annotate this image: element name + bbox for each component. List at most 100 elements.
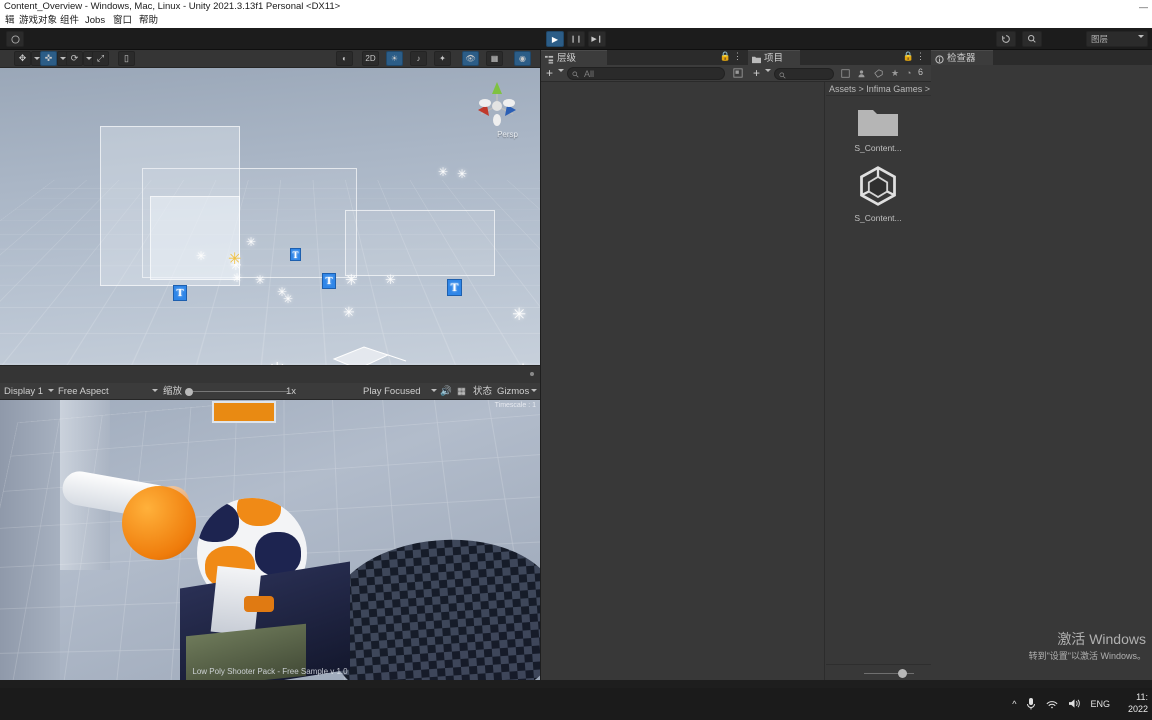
menu-item-2[interactable]: 组件 <box>57 14 82 28</box>
project-panel: 项目 🔒⋮ + ★ ◔ 6 Assets > Infima Games > S_… <box>748 50 931 680</box>
play-mode-dropdown-label[interactable]: Play Focused <box>363 383 421 400</box>
scene-orientation-gizmo[interactable] <box>472 80 522 132</box>
asset-size-slider[interactable] <box>826 664 931 680</box>
project-panel-tools[interactable]: 🔒⋮ <box>903 51 927 64</box>
gizmos-dropdown[interactable]: ◉ <box>514 51 531 66</box>
window-titlebar: Content_Overview - Windows, Mac, Linux -… <box>0 0 1152 14</box>
lock-icon[interactable]: 🔒 <box>903 51 916 61</box>
game-credit-text: Low Poly Shooter Pack - Free Sample v 1.… <box>192 667 348 676</box>
hand-tool[interactable]: ✥ <box>14 51 31 66</box>
system-tray[interactable]: ^ ENG <box>1007 688 1148 720</box>
resize-handle-dot[interactable] <box>530 372 534 376</box>
search-icon <box>572 71 579 78</box>
tab-hierarchy[interactable]: 层级 <box>541 50 607 65</box>
kebab-menu-icon[interactable]: ⋮ <box>916 51 927 61</box>
asset-item-folder[interactable]: S_Content... <box>850 104 906 153</box>
breadcrumb[interactable]: Assets > Infima Games > <box>826 82 931 96</box>
toolbar-account-icon[interactable] <box>6 31 24 47</box>
scene-view-bottom-bar <box>0 365 540 383</box>
play-button[interactable]: ▶ <box>546 31 564 47</box>
asset-size-slider-handle[interactable] <box>898 669 907 678</box>
scale-value-label: 1x <box>286 386 297 397</box>
pause-button[interactable]: ❙❙ <box>567 31 585 47</box>
volume-icon[interactable] <box>1068 698 1081 711</box>
step-button[interactable]: ▶❙ <box>588 31 606 47</box>
search-button[interactable] <box>1022 31 1042 47</box>
audio-toggle[interactable]: ♪ <box>410 51 427 66</box>
display-dropdown-label[interactable]: Display 1 <box>4 383 43 400</box>
hierarchy-panel-tools[interactable]: 🔒⋮ <box>720 51 744 64</box>
project-favorites-icon[interactable]: ★ <box>891 68 899 79</box>
hidden-toggle[interactable]: 👁 <box>462 51 479 66</box>
game-view-panel: Display 1 Free Aspect 缩放 1x Play Focused… <box>0 383 540 680</box>
light-gizmo: ✳ <box>512 305 527 324</box>
stats-icon[interactable]: ▦ <box>457 383 466 400</box>
microphone-icon[interactable] <box>1026 697 1036 712</box>
fx-dropdown[interactable]: ✦ <box>434 51 451 66</box>
menu-item-1[interactable]: 游戏对象 <box>16 14 60 28</box>
gizmos-dropdown-label[interactable]: Gizmos <box>497 383 529 400</box>
light-gizmo: ✳ <box>283 292 294 306</box>
scene-projection-label[interactable]: Persp <box>497 130 518 139</box>
light-gizmo: ✳ <box>343 304 355 320</box>
pause-icon: ❙❙ <box>570 36 582 43</box>
scene-view-toolbar: ✥ ✜ ⟳ ⤢ ▯ ◐ 2D ☀ ♪ ✦ 👁 ▦ ◉ <box>0 50 540 68</box>
chevron-down-icon <box>1138 35 1144 46</box>
game-viewport[interactable]: Low Poly Shooter Pack - Free Sample v 1.… <box>0 400 540 680</box>
project-asset-browser[interactable]: Assets > Infima Games > S_Content... S_C… <box>826 82 931 680</box>
light-gizmo: ✳ <box>345 272 358 289</box>
move-tool[interactable]: ✜ <box>40 51 57 66</box>
inspector-tab-label: 检查器 <box>947 53 976 64</box>
menu-item-4[interactable]: 窗口 <box>110 14 135 28</box>
project-add-button[interactable]: + <box>753 67 760 79</box>
menu-item-3[interactable]: Jobs <box>82 14 108 28</box>
hierarchy-add-button[interactable]: + <box>546 67 553 79</box>
tab-project[interactable]: 项目 <box>748 50 800 65</box>
shading-mode-dropdown[interactable]: ◐ <box>336 51 353 66</box>
collab-history-button[interactable] <box>996 31 1016 47</box>
clock-date: 2022 <box>1127 704 1148 714</box>
network-icon[interactable] <box>1046 698 1059 711</box>
tray-chevron-icon[interactable]: ^ <box>1012 699 1016 709</box>
project-filter-type-icon[interactable] <box>857 69 866 81</box>
tab-inspector[interactable]: 检查器 <box>931 50 993 65</box>
timescale-label: Timescale : 1 <box>494 402 536 409</box>
asset-item-scene[interactable]: S_Content... <box>850 164 906 223</box>
menu-bar: 辑游戏对象 组件 Jobs 窗口 帮助 <box>0 14 1152 28</box>
hierarchy-search-placeholder: All <box>584 69 595 79</box>
kebab-menu-icon[interactable]: ⋮ <box>733 51 744 61</box>
rect-tool[interactable]: ▯ <box>118 51 135 66</box>
inspector-icon <box>935 54 944 64</box>
aspect-dropdown-label[interactable]: Free Aspect <box>58 383 109 400</box>
chevron-down-icon <box>558 69 564 84</box>
project-filter-label-icon[interactable] <box>874 69 883 81</box>
scene-viewport[interactable]: ✳ ✳ ✳ ✳ ✳ ✳ ✳ ✳ ✳ ✳ ✳ ✳ ✳ ✳ ✳ ✳ T T T T … <box>0 68 540 365</box>
camera-gizmo <box>332 346 407 365</box>
light-gizmo: ✳ <box>255 273 266 287</box>
hierarchy-view-options-icon[interactable] <box>733 68 743 81</box>
layers-dropdown[interactable]: 图层 <box>1086 31 1148 47</box>
taskbar-clock[interactable]: 11: 2022 <box>1128 691 1148 715</box>
hierarchy-toolbar: + All <box>541 65 748 84</box>
grid-dropdown[interactable]: ▦ <box>486 51 503 66</box>
light-gizmo: ✳ <box>232 271 243 285</box>
project-search-input[interactable] <box>774 68 834 80</box>
scale-slider-track[interactable] <box>193 391 288 392</box>
window-minimize-button[interactable]: — <box>1139 0 1148 14</box>
lock-icon[interactable]: 🔒 <box>720 51 733 61</box>
hierarchy-search-input[interactable]: All <box>567 67 725 80</box>
project-hidden-packages-icon[interactable]: ◔ <box>906 68 911 78</box>
hierarchy-panel: 层级 🔒⋮ + All <box>541 50 748 680</box>
scale-slider-handle[interactable] <box>185 388 193 396</box>
language-indicator[interactable]: ENG <box>1090 699 1110 709</box>
scale-tool[interactable]: ⤢ <box>92 51 109 66</box>
project-grid-view-icon[interactable] <box>841 69 850 81</box>
hierarchy-icon <box>545 54 554 64</box>
rotate-tool[interactable]: ⟳ <box>66 51 83 66</box>
mute-audio-icon[interactable]: 🔊 <box>440 383 452 400</box>
menu-item-5[interactable]: 帮助 <box>136 14 161 28</box>
2d-toggle[interactable]: 2D <box>362 51 379 66</box>
project-folder-tree[interactable] <box>748 82 825 680</box>
stats-label[interactable]: 状态 <box>473 383 492 400</box>
lighting-toggle[interactable]: ☀ <box>386 51 403 66</box>
